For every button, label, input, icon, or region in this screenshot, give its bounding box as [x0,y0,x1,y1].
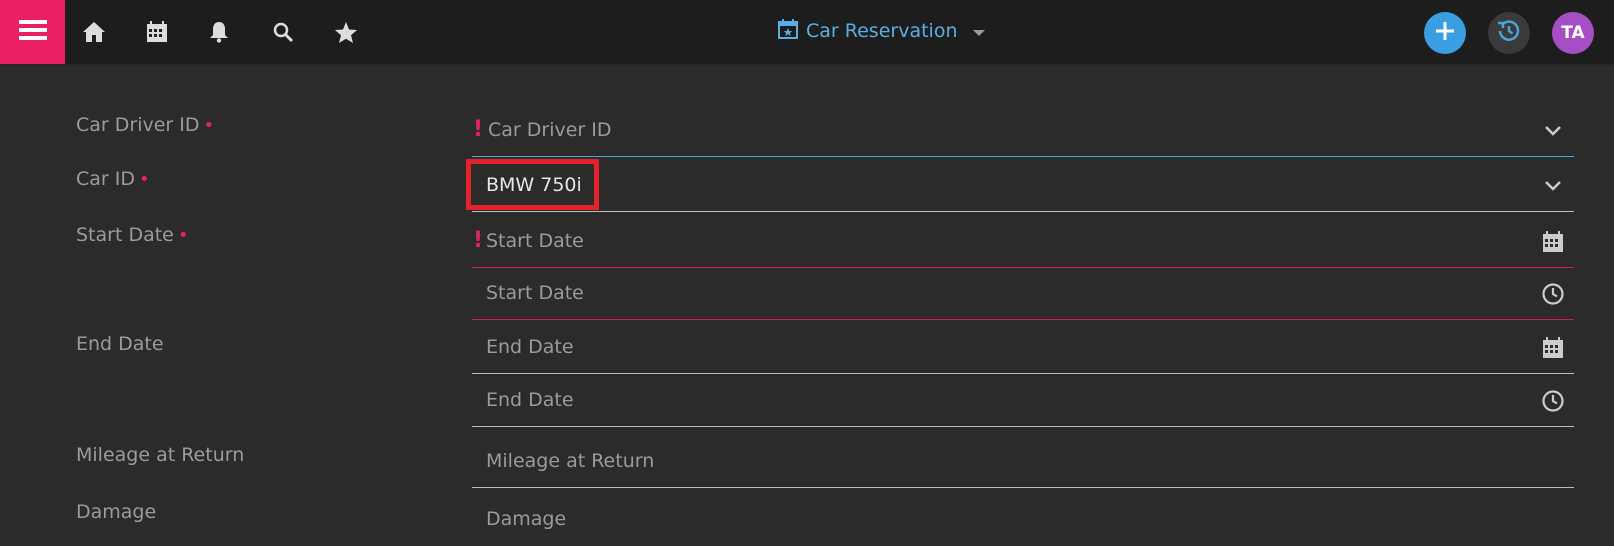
car-driver-id-label: Car Driver ID • [76,114,214,136]
start-date-input[interactable]: ! Start Date [472,216,1574,268]
start-date-label-text: Start Date [76,224,174,246]
menu-icon [18,18,47,46]
damage-input[interactable]: Damage [472,494,1574,546]
end-date-input[interactable]: End Date [472,322,1574,374]
car-id-label: Car ID • [76,168,150,190]
highlight-box [466,159,599,210]
car-id-label-text: Car ID [76,168,135,190]
end-date-label: End Date [76,333,164,355]
car-driver-id-select[interactable]: ! Car Driver ID [472,105,1574,157]
start-date-placeholder: Start Date [486,230,584,252]
damage-placeholder: Damage [486,508,567,530]
calendar-icon[interactable] [1542,231,1564,253]
home-icon[interactable] [82,20,106,44]
end-date-placeholder: End Date [486,336,574,358]
chevron-down-icon[interactable] [1542,175,1564,197]
required-indicator: • [177,225,189,246]
calendar-star-icon [778,18,798,44]
error-indicator: ! [473,117,484,142]
damage-label-text: Damage [76,501,157,523]
end-date-label-text: End Date [76,333,164,355]
car-driver-id-label-text: Car Driver ID [76,114,200,136]
end-time-input[interactable]: End Date [472,375,1574,427]
page-title: Car Reservation [806,20,958,42]
page-title-dropdown[interactable]: Car Reservation [778,16,986,46]
calendar-icon[interactable] [1542,337,1564,359]
chevron-down-icon[interactable] [1542,120,1564,142]
start-time-placeholder: Start Date [486,282,584,304]
mileage-label-text: Mileage at Return [76,444,245,466]
required-indicator: • [139,169,150,190]
error-indicator: ! [473,228,484,253]
star-icon[interactable] [334,20,358,44]
bell-icon[interactable] [207,20,231,44]
car-id-select[interactable]: BMW 750i [472,160,1574,212]
search-icon[interactable] [271,20,295,44]
menu-button[interactable] [0,0,65,64]
plus-icon [1435,21,1455,45]
avatar[interactable]: TA [1552,12,1594,54]
clock-icon[interactable] [1542,283,1564,305]
history-button[interactable] [1488,12,1530,54]
start-time-input[interactable]: Start Date [472,268,1574,320]
required-indicator: • [203,115,215,136]
start-date-label: Start Date • [76,224,189,246]
end-time-placeholder: End Date [486,389,574,411]
reservation-form: Car Driver ID • ! Car Driver ID Car ID • B… [0,64,1614,530]
caret-down-icon [973,20,986,42]
top-bar: Car Reservation TA [0,0,1614,65]
calendar-icon[interactable] [145,20,169,44]
avatar-initials: TA [1561,23,1585,43]
clock-icon[interactable] [1542,390,1564,412]
damage-label: Damage [76,501,156,523]
car-driver-id-placeholder: Car Driver ID [488,119,612,141]
mileage-placeholder: Mileage at Return [486,450,655,472]
add-button[interactable] [1424,12,1466,54]
mileage-input[interactable]: Mileage at Return [472,436,1574,488]
history-icon [1497,19,1521,47]
mileage-label: Mileage at Return [76,444,244,466]
